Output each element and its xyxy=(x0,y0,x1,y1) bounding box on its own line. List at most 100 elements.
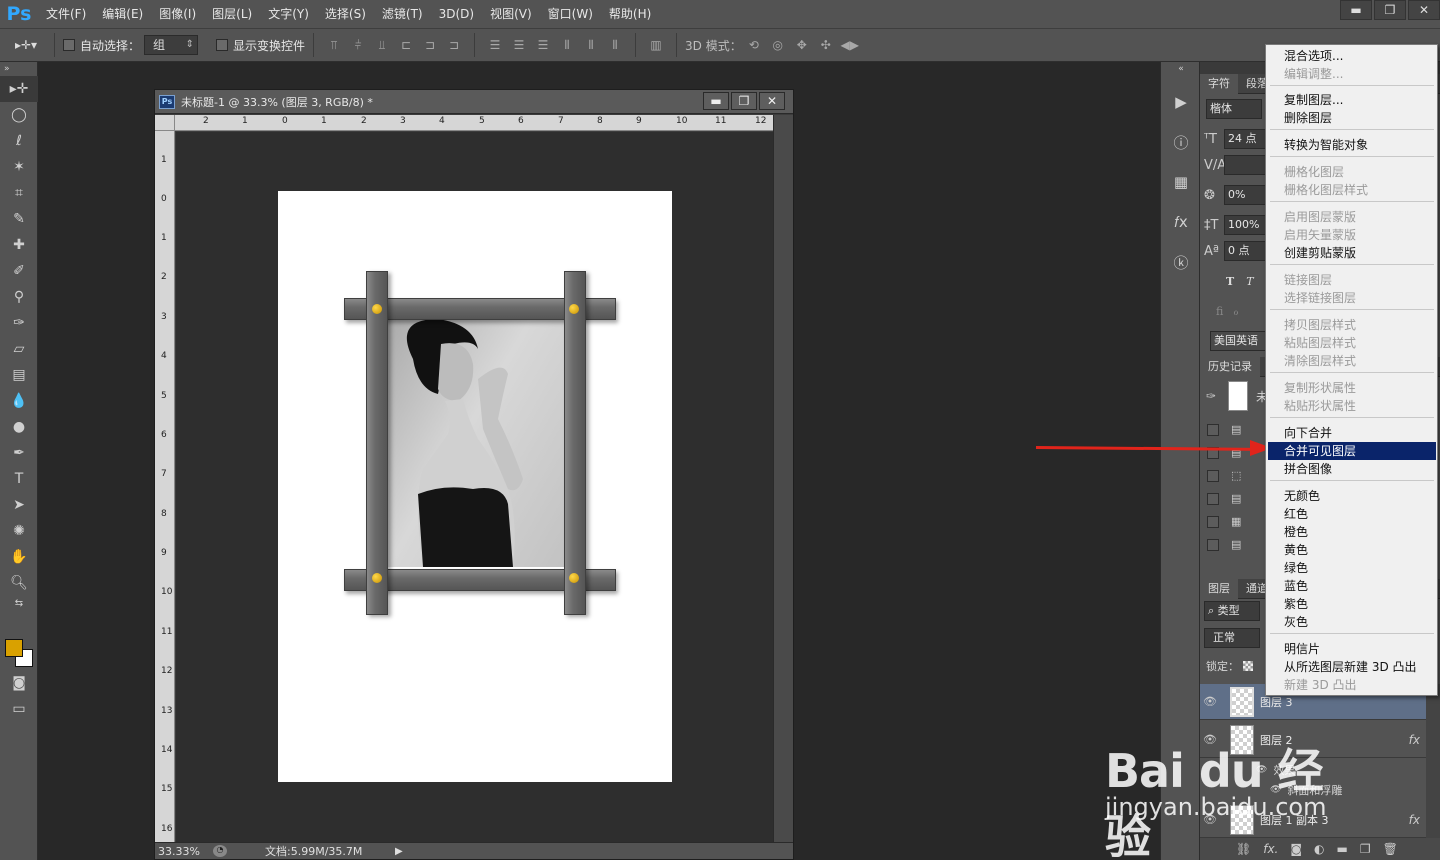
document-titlebar[interactable]: Ps 未标题-1 @ 33.3% (图层 3, RGB/8) * ▬ ❐ ✕ xyxy=(155,90,793,114)
move-tool-icon[interactable]: ▸✛ xyxy=(0,76,38,102)
zoom-tool-icon[interactable]: 🔍︎ xyxy=(0,570,38,596)
font-family-select[interactable]: 楷体 xyxy=(1206,99,1262,119)
baseline-shift-field[interactable]: 0 点 xyxy=(1224,241,1266,261)
blur-tool-icon[interactable]: 💧 xyxy=(0,388,38,414)
tracking-field[interactable]: 0% xyxy=(1224,185,1266,205)
context-menu-item[interactable]: 黄色 xyxy=(1268,541,1436,559)
history-state-checkbox[interactable] xyxy=(1207,423,1219,436)
document-vertical-scrollbar[interactable] xyxy=(773,115,793,843)
context-menu-item[interactable]: 从所选图层新建 3D 凸出 xyxy=(1268,658,1436,676)
3d-slide-icon[interactable]: ✣ xyxy=(816,35,836,55)
styles-fx-icon[interactable]: 𝑓x xyxy=(1161,202,1201,242)
ligature-icon[interactable]: ﬁ xyxy=(1216,305,1223,318)
magic-wand-tool-icon[interactable]: ✶ xyxy=(0,154,38,180)
swap-colors-icon[interactable]: ⇆ xyxy=(0,596,38,610)
custom-shape-tool-icon[interactable]: ✺ xyxy=(0,518,38,544)
tab-layers[interactable]: 图层 xyxy=(1200,578,1238,599)
context-menu-item[interactable]: 粘贴图层样式 xyxy=(1268,334,1436,352)
distribute-vcenter-icon[interactable]: ☰ xyxy=(509,35,529,55)
actions-play-icon[interactable]: ▶ xyxy=(1161,82,1201,122)
info-icon[interactable]: ⓘ xyxy=(1161,122,1201,162)
menu-edit[interactable]: 编辑(E) xyxy=(94,0,151,28)
tab-character[interactable]: 字符 xyxy=(1200,73,1238,94)
zoom-level[interactable]: 33.33% xyxy=(155,845,205,858)
foreground-color-swatch[interactable] xyxy=(5,639,23,657)
3d-scale-icon[interactable]: ◀▶ xyxy=(840,35,860,55)
context-menu-item[interactable]: 启用图层蒙版 xyxy=(1268,208,1436,226)
context-menu-item[interactable]: 红色 xyxy=(1268,505,1436,523)
show-transform-checkbox[interactable] xyxy=(216,39,229,51)
align-vcenter-icon[interactable]: ⫩ xyxy=(348,35,368,55)
context-menu-item[interactable]: 灰色 xyxy=(1268,613,1436,631)
menu-image[interactable]: 图像(I) xyxy=(151,0,204,28)
context-menu-item[interactable]: 新建 3D 凸出 xyxy=(1268,676,1436,694)
swatches-icon[interactable]: ▦ xyxy=(1161,162,1201,202)
clone-stamp-tool-icon[interactable]: ⚲ xyxy=(0,284,38,310)
align-left-icon[interactable]: ⊏ xyxy=(396,35,416,55)
eraser-tool-icon[interactable]: ▱ xyxy=(0,336,38,362)
context-menu-item[interactable]: 删除图层 xyxy=(1268,109,1436,127)
context-menu-item[interactable]: 编辑调整... xyxy=(1268,65,1436,83)
history-state-checkbox[interactable] xyxy=(1207,469,1219,482)
layer-filter-select[interactable]: ⌕ 类型 xyxy=(1204,601,1260,621)
language-select[interactable]: 美国英语 xyxy=(1210,331,1266,351)
distribute-bottom-icon[interactable]: ☰ xyxy=(533,35,553,55)
context-menu-item[interactable]: 拼合图像 xyxy=(1268,460,1436,478)
move-tool-icon[interactable]: ▸✛▾ xyxy=(8,35,44,55)
dock-collapse-icon[interactable]: « xyxy=(1161,62,1201,76)
menu-type[interactable]: 文字(Y) xyxy=(260,0,317,28)
faux-bold-icon[interactable]: T xyxy=(1226,275,1234,288)
lasso-tool-icon[interactable]: ℓ xyxy=(0,128,38,154)
align-hcenter-icon[interactable]: ⊐ xyxy=(420,35,440,55)
status-menu-arrow-icon[interactable]: ▶ xyxy=(395,846,403,857)
context-menu-item[interactable]: 绿色 xyxy=(1268,559,1436,577)
context-menu-item[interactable]: 创建剪贴蒙版 xyxy=(1268,244,1436,262)
context-menu-item[interactable]: 混合选项... xyxy=(1268,47,1436,65)
layer-fx-badge[interactable]: fx xyxy=(1409,733,1420,747)
ruler-origin[interactable] xyxy=(155,115,175,131)
hand-tool-icon[interactable]: ✋ xyxy=(0,544,38,570)
3d-roll-icon[interactable]: ◎ xyxy=(768,35,788,55)
pen-tool-icon[interactable]: ✒ xyxy=(0,440,38,466)
menu-select[interactable]: 选择(S) xyxy=(317,0,374,28)
auto-select-option[interactable]: 自动选择： xyxy=(63,37,140,54)
menu-help[interactable]: 帮助(H) xyxy=(601,0,659,28)
context-menu-item[interactable]: 明信片 xyxy=(1268,640,1436,658)
type-tool-icon[interactable]: T xyxy=(0,466,38,492)
document-canvas[interactable] xyxy=(278,191,672,782)
context-menu-item[interactable]: 橙色 xyxy=(1268,523,1436,541)
context-menu-item[interactable]: 无颜色 xyxy=(1268,487,1436,505)
quick-mask-icon[interactable]: ◙ xyxy=(0,670,38,696)
context-menu-item[interactable]: 复制图层... xyxy=(1268,91,1436,109)
tab-history[interactable]: 历史记录 xyxy=(1200,356,1260,377)
3d-rotate-icon[interactable]: ⟲ xyxy=(744,35,764,55)
menu-3d[interactable]: 3D(D) xyxy=(431,0,482,28)
context-menu-item[interactable]: 拷贝图层样式 xyxy=(1268,316,1436,334)
vertical-scale-field[interactable]: 100% xyxy=(1224,215,1266,235)
context-menu-item[interactable]: 清除图层样式 xyxy=(1268,352,1436,370)
align-right-icon[interactable]: ⊐ xyxy=(444,35,464,55)
document-restore-button[interactable]: ❐ xyxy=(731,92,757,110)
layers-scrollbar[interactable] xyxy=(1426,684,1440,838)
context-menu-item[interactable]: 紫色 xyxy=(1268,595,1436,613)
horizontal-ruler[interactable]: 2 1 0 1 2 3 4 5 6 7 8 9 10 11 12 xyxy=(175,115,775,131)
minimize-button[interactable]: ▬ xyxy=(1340,0,1372,20)
delete-layer-icon[interactable]: 🗑︎ xyxy=(1383,842,1398,856)
brush-tool-icon[interactable]: ✐ xyxy=(0,258,38,284)
faux-italic-icon[interactable]: T xyxy=(1246,275,1253,288)
context-menu-item[interactable]: 蓝色 xyxy=(1268,577,1436,595)
history-brush-tool-icon[interactable]: ✑ xyxy=(0,310,38,336)
eyedropper-tool-icon[interactable]: ✎ xyxy=(0,206,38,232)
menu-view[interactable]: 视图(V) xyxy=(482,0,540,28)
canvas-area[interactable] xyxy=(176,132,774,842)
context-menu-item[interactable]: 复制形状属性 xyxy=(1268,379,1436,397)
crop-tool-icon[interactable]: ⌗ xyxy=(0,180,38,206)
document-minimize-button[interactable]: ▬ xyxy=(703,92,729,110)
context-menu-item[interactable]: 粘贴形状属性 xyxy=(1268,397,1436,415)
layer-fx-badge[interactable]: fx xyxy=(1409,813,1420,827)
font-size-field[interactable]: 24 点 xyxy=(1224,129,1266,149)
context-menu-item[interactable]: 向下合并 xyxy=(1268,424,1436,442)
document-close-button[interactable]: ✕ xyxy=(759,92,785,110)
history-state-checkbox[interactable] xyxy=(1207,538,1219,551)
blend-mode-select[interactable]: 正常 xyxy=(1204,628,1260,648)
